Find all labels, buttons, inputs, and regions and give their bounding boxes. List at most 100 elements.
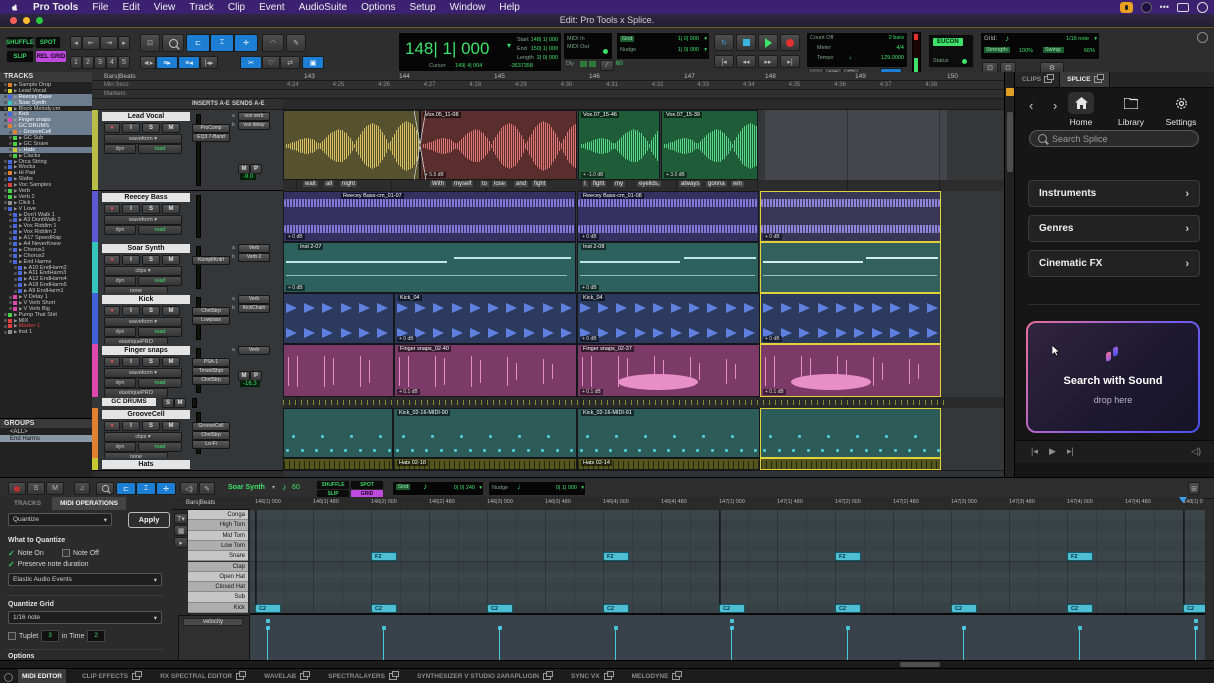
splice-tab-splice[interactable]: SPLICE	[1060, 72, 1109, 87]
clip-soar[interactable]: Inst 2-07+ 0 dB	[283, 242, 576, 293]
mute-button[interactable]: M	[162, 357, 180, 367]
zoom-preset-2[interactable]: 2	[82, 56, 94, 69]
record-button[interactable]	[780, 34, 800, 51]
velocity-lane[interactable]	[250, 613, 1205, 662]
do-not-disturb-icon[interactable]	[1141, 2, 1152, 13]
drum-lane-clap[interactable]: Clap	[188, 562, 248, 572]
preview-play-button[interactable]: ▶	[1049, 446, 1056, 457]
drum-lane-conga[interactable]: Conga	[188, 510, 248, 520]
track-header-finger[interactable]: Finger snaps●ISMwaveform ▾dynreadelastiq…	[92, 344, 283, 398]
menu-item-audiosuite[interactable]: AudioSuite	[299, 2, 347, 13]
previous-sample-button[interactable]: |◂	[1031, 446, 1038, 457]
send-slot[interactable]: Verb 2	[238, 253, 270, 262]
folder-mute-button[interactable]: M	[174, 398, 186, 408]
zoom-preset-1[interactable]: 1	[70, 56, 82, 69]
midi-notation-button[interactable]: ♫	[74, 482, 90, 495]
zoomer-tool-button[interactable]	[162, 34, 184, 52]
keyboard-focus-button[interactable]: ▣	[302, 56, 324, 69]
automation-lane-selector[interactable]: dyn	[104, 225, 136, 235]
midi-track-selector[interactable]: Soar Synth	[228, 484, 265, 491]
insert-slot[interactable]: ChnlStrp	[192, 376, 230, 385]
group-item[interactable]: <ALL>	[0, 428, 92, 435]
volume-icon[interactable]: ◁)	[1191, 446, 1201, 457]
menu-item-track[interactable]: Track	[189, 2, 214, 13]
automation-follows-button[interactable]: ♡	[262, 56, 280, 69]
record-enable-button[interactable]: ●	[104, 306, 120, 316]
mute-button[interactable]: M	[162, 204, 180, 214]
tuplet-numerator[interactable]: 3	[41, 630, 59, 642]
play-button[interactable]	[758, 34, 778, 51]
send-pan-button[interactable]: P	[250, 371, 262, 381]
midi-note-kick[interactable]: C2	[255, 604, 281, 613]
automation-mode-selector[interactable]: read	[138, 276, 182, 286]
midi-note-kick[interactable]: C2	[371, 604, 397, 613]
input-monitor-button[interactable]: I	[122, 123, 140, 133]
splice-card-instruments[interactable]: Instruments›	[1028, 180, 1200, 207]
menu-item-options[interactable]: Options	[361, 2, 395, 13]
midi-note-kick[interactable]: C2	[951, 604, 977, 613]
clip-groove[interactable]	[760, 408, 941, 458]
velocity-dot[interactable]	[730, 626, 734, 630]
mirrored-midi-button[interactable]: ✂	[240, 56, 262, 69]
clip-hats[interactable]	[760, 458, 941, 470]
link-track-button[interactable]: ≡◂	[178, 56, 200, 69]
splice-search-input[interactable]: Search Splice	[1029, 130, 1199, 147]
bar-number[interactable]: 145	[494, 73, 505, 80]
midi-tab-midi-operations[interactable]: MIDI OPERATIONS	[52, 497, 126, 510]
midi-note-kick[interactable]: C2	[603, 604, 629, 613]
more-menu-icon[interactable]: •••	[1160, 2, 1169, 12]
midi-note-kick[interactable]: C2	[1183, 604, 1205, 613]
scrubber-tool-button[interactable]: ◠	[262, 34, 284, 52]
toolbar-target-icon[interactable]	[1197, 32, 1208, 43]
bottom-tab-synthesizer-v-studio-2araplugin[interactable]: SYNTHESIZER V STUDIO 2ARAPLUGIN	[413, 669, 555, 683]
quantize-grid-dropdown[interactable]: 1/16 note▾	[8, 611, 162, 624]
velocity-stem[interactable]	[1195, 627, 1196, 661]
clip-finger[interactable]: + 0.1 dB	[760, 344, 941, 397]
tab-transient-button[interactable]: ◄▸	[140, 56, 156, 69]
bottom-tab-clip-effects[interactable]: CLIP EFFECTS	[78, 669, 144, 683]
track-name[interactable]: Lead Vocal	[102, 112, 190, 121]
lane-play-button[interactable]: ▸	[174, 537, 188, 548]
velocity-stem[interactable]	[383, 627, 384, 661]
insert-slot[interactable]: ProComp	[192, 124, 230, 133]
status-target-icon[interactable]	[4, 673, 13, 682]
drum-lane-low-tom[interactable]: Low Tom	[188, 541, 248, 551]
ruler-row-label[interactable]: Markers	[104, 91, 126, 97]
bottom-tab-sync-vx[interactable]: SYNC VX	[567, 669, 616, 683]
return-to-zero-button[interactable]: |◂	[714, 55, 734, 68]
fast-forward-button[interactable]: ▸▸	[758, 55, 778, 68]
pencil-mode-button[interactable]: ∕	[600, 60, 614, 71]
midi-solo-button[interactable]: S	[27, 482, 45, 495]
splice-back-button[interactable]: ‹	[1029, 98, 1033, 113]
clip-hats[interactable]	[283, 458, 393, 470]
velocity-stem[interactable]	[499, 627, 500, 661]
track-header-groove[interactable]: GrooveCell●ISMclips ▾dynreadnoneGrooveCe…	[92, 408, 283, 459]
drum-lane-kick[interactable]: Kick	[188, 603, 248, 613]
groups-panel-header[interactable]: GROUPS	[0, 419, 92, 428]
menu-item-clip[interactable]: Clip	[228, 2, 245, 13]
solo-button[interactable]: S	[142, 123, 160, 133]
splice-tab-clips[interactable]: CLIPS	[1015, 72, 1060, 87]
clip-kick[interactable]: + 0 dB	[760, 293, 941, 344]
drum-lane-snare[interactable]: Snare	[188, 551, 248, 561]
selector-tool-button[interactable]: ⌶	[210, 34, 234, 52]
drum-lane-open-hat[interactable]: Open Hat	[188, 572, 248, 582]
tuplet-denominator[interactable]: 2	[87, 630, 105, 642]
loop-playback-button[interactable]: ↻	[714, 34, 734, 51]
lane-track-button[interactable]: T▾	[174, 513, 188, 524]
warning-icon[interactable]	[1006, 88, 1014, 96]
insert-slot[interactable]: PSA-1	[192, 358, 230, 367]
mute-button[interactable]: M	[162, 255, 180, 265]
grid-nudge-display[interactable]: Grid 1| 0| 000 ▾ Nudge 1| 0| 000 ▾	[616, 32, 710, 60]
layered-edit-button[interactable]: ⇄	[280, 56, 300, 69]
send-slot[interactable]: vox delay	[238, 121, 270, 130]
bar-number[interactable]: 150	[947, 73, 958, 80]
midi-note-kick[interactable]: C2	[835, 604, 861, 613]
insert-slot[interactable]: Lowpass	[192, 316, 230, 325]
clip-soar[interactable]	[760, 242, 941, 293]
stop-button[interactable]	[736, 34, 756, 51]
midi-mute-button[interactable]: M	[46, 482, 64, 495]
clip-finger[interactable]: Finger snaps_02-37+ 0.1 dB	[577, 344, 760, 397]
mute-button[interactable]: M	[162, 123, 180, 133]
lane-view-button[interactable]: ▦	[174, 525, 188, 536]
